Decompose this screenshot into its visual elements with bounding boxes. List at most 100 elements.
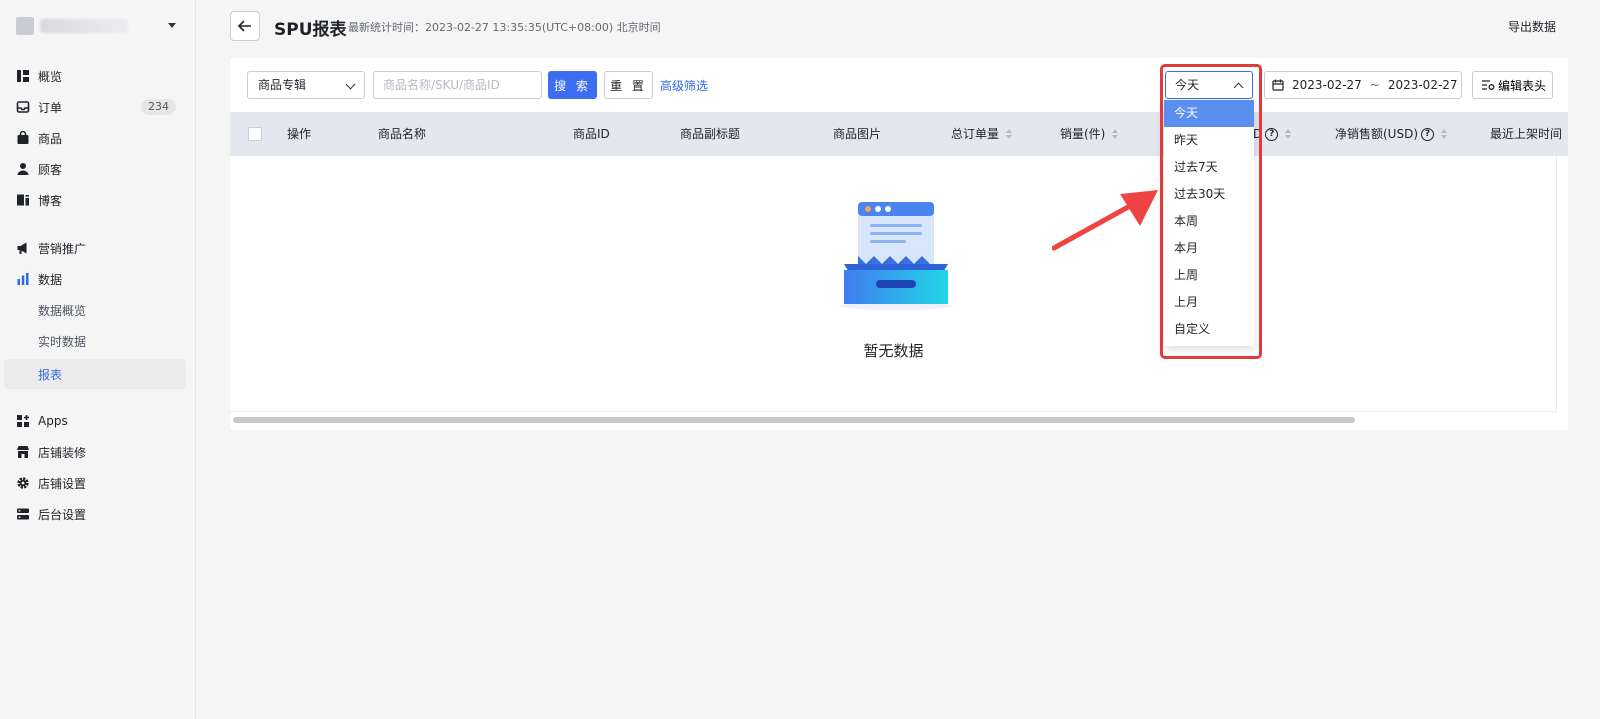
column-last-listed-time: 最近上架时间 <box>1490 112 1562 156</box>
horizontal-scrollbar[interactable] <box>230 416 1568 424</box>
column-product-name: 商品名称 <box>378 112 426 156</box>
date-start: 2023-02-27 <box>1292 78 1362 92</box>
sidebar-item-blog[interactable]: 博客 <box>4 185 186 215</box>
store-name-blurred <box>40 19 128 33</box>
sidebar-item-label: 店铺设置 <box>38 476 87 491</box>
column-label: 销量(件) <box>1060 127 1106 141</box>
sidebar-item-overview[interactable]: 概览 <box>4 61 186 91</box>
caret-down-icon <box>168 23 176 28</box>
report-card: 商品专辑 搜 索 重 置 高级筛选 今天 2023-02-27 ~ 2023-0… <box>230 58 1568 430</box>
user-icon <box>16 162 30 176</box>
arrow-left-icon <box>237 20 251 32</box>
sidebar-item-label: 营销推广 <box>38 241 87 256</box>
period-option-custom[interactable]: 自定义 <box>1164 316 1254 343</box>
search-button[interactable]: 搜 索 <box>548 71 597 99</box>
sidebar-item-label: Apps <box>38 414 68 428</box>
product-search-input[interactable] <box>373 71 542 99</box>
period-dropdown: 今天 昨天 过去7天 过去30天 本周 本月 上周 上月 自定义 <box>1164 100 1254 346</box>
sidebar-item-label: 订单 <box>38 100 63 115</box>
sidebar-item-data[interactable]: 数据 <box>4 264 186 294</box>
period-option-this-week[interactable]: 本周 <box>1164 208 1254 235</box>
collection-select[interactable]: 商品专辑 <box>247 71 365 99</box>
column-label: 商品副标题 <box>680 127 741 141</box>
sidebar-item-apps[interactable]: Apps <box>4 406 186 436</box>
sidebar-item-marketing[interactable]: 营销推广 <box>4 233 186 263</box>
period-option-today[interactable]: 今天 <box>1164 100 1254 127</box>
sidebar-item-label: 实时数据 <box>38 334 87 349</box>
sort-icon[interactable] <box>1112 129 1119 139</box>
sidebar-item-admin-settings[interactable]: 后台设置 <box>4 499 186 529</box>
sidebar-item-customers[interactable]: 顾客 <box>4 154 186 184</box>
scrollbar-thumb[interactable] <box>233 417 1355 423</box>
sidebar-item-label: 概览 <box>38 69 63 84</box>
period-option-last-30-days[interactable]: 过去30天 <box>1164 181 1254 208</box>
sidebar-item-realtime-data[interactable]: 实时数据 <box>4 326 186 356</box>
select-all-checkbox[interactable] <box>248 127 262 141</box>
sidebar-item-label: 数据 <box>38 272 63 287</box>
help-icon[interactable]: ? <box>1265 127 1279 141</box>
sort-icon[interactable] <box>1441 129 1448 139</box>
sidebar-item-label: 数据概览 <box>38 303 87 318</box>
sidebar-item-data-overview[interactable]: 数据概览 <box>4 295 186 325</box>
megaphone-icon <box>16 241 30 255</box>
export-data-button[interactable]: 导出数据 <box>1508 18 1556 35</box>
sidebar-item-label: 后台设置 <box>38 507 87 522</box>
dashboard-icon <box>16 69 30 83</box>
back-button[interactable] <box>230 11 260 41</box>
table-header: 操作 商品名称 商品ID 商品副标题 商品图片 总订单量 销量(件) D ? 净… <box>230 112 1568 156</box>
period-option-last-7-days[interactable]: 过去7天 <box>1164 154 1254 181</box>
sidebar-item-store-design[interactable]: 店铺装修 <box>4 437 186 467</box>
period-option-last-week[interactable]: 上周 <box>1164 262 1254 289</box>
period-select-value: 今天 <box>1175 78 1200 92</box>
chevron-down-icon <box>345 79 356 90</box>
empty-state-text: 暂无数据 <box>863 342 924 360</box>
column-partially-hidden[interactable]: D ? <box>1253 112 1292 156</box>
sidebar-item-reports[interactable]: 报表 <box>4 359 186 389</box>
store-switcher[interactable] <box>16 14 180 38</box>
sort-icon[interactable] <box>1006 129 1013 139</box>
chevron-up-icon <box>1233 82 1244 93</box>
calendar-icon <box>1272 79 1284 91</box>
column-units-sold[interactable]: 销量(件) <box>1060 112 1119 156</box>
storefront-icon <box>16 445 30 459</box>
column-total-orders[interactable]: 总订单量 <box>951 112 1013 156</box>
edit-columns-button[interactable]: 编辑表头 <box>1472 71 1553 99</box>
empty-box-illustration <box>840 202 952 310</box>
orders-count-badge: 234 <box>141 99 176 115</box>
period-option-this-month[interactable]: 本月 <box>1164 235 1254 262</box>
sidebar-item-store-settings[interactable]: 店铺设置 <box>4 468 186 498</box>
edit-columns-label: 编辑表头 <box>1498 78 1547 93</box>
bar-chart-icon <box>16 272 30 286</box>
store-logo <box>16 17 34 35</box>
column-net-sales[interactable]: 净销售额(USD) ? <box>1335 112 1448 156</box>
sidebar-item-label: 顾客 <box>38 162 63 177</box>
page-title: SPU报表 <box>274 20 347 40</box>
period-option-yesterday[interactable]: 昨天 <box>1164 127 1254 154</box>
gear-icon <box>16 476 30 490</box>
bag-icon <box>16 131 30 145</box>
date-separator: ~ <box>1369 78 1380 92</box>
column-product-id: 商品ID <box>573 112 610 156</box>
date-end: 2023-02-27 <box>1387 78 1458 92</box>
sidebar-item-products[interactable]: 商品 <box>4 123 186 153</box>
column-label: 商品ID <box>573 127 610 141</box>
help-icon[interactable]: ? <box>1421 127 1435 141</box>
column-label: 商品名称 <box>378 127 427 141</box>
column-product-image: 商品图片 <box>833 112 881 156</box>
blog-icon <box>16 193 30 207</box>
period-select[interactable]: 今天 <box>1165 71 1253 99</box>
apps-icon <box>16 414 30 428</box>
column-label: 操作 <box>287 127 312 141</box>
sidebar-item-label: 商品 <box>38 131 63 146</box>
table-body: 暂无数据 <box>230 156 1557 412</box>
reset-button[interactable]: 重 置 <box>604 71 653 99</box>
date-range-picker[interactable]: 2023-02-27 ~ 2023-02-27 <box>1264 71 1462 99</box>
sidebar-item-label: 博客 <box>38 193 63 208</box>
column-label: 商品图片 <box>833 127 882 141</box>
column-label: 最近上架时间 <box>1490 127 1563 141</box>
sidebar-item-orders[interactable]: 订单 234 <box>4 92 186 122</box>
sort-icon[interactable] <box>1285 129 1292 139</box>
column-label: 净销售额(USD) <box>1335 127 1419 141</box>
advanced-filter-link[interactable]: 高级筛选 <box>660 77 708 94</box>
period-option-last-month[interactable]: 上月 <box>1164 289 1254 316</box>
